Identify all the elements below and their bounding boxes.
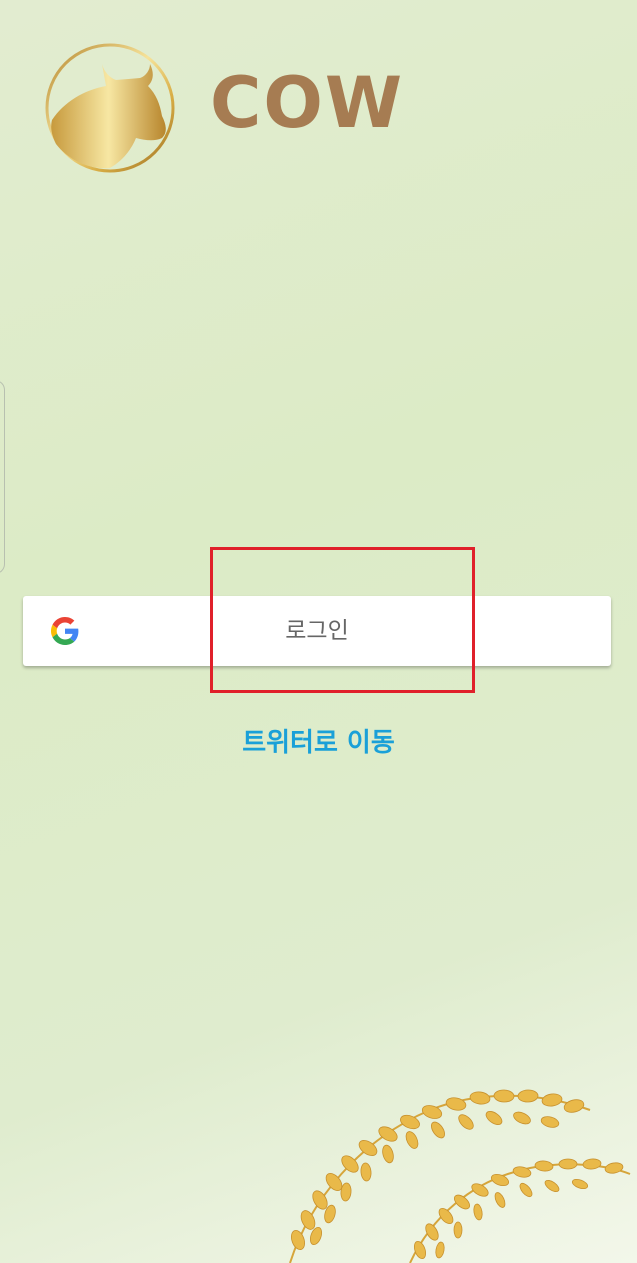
login-label: 로그인 [285, 618, 349, 644]
app-title-text: COW [210, 62, 405, 144]
rice-stalk-illustration [289, 1089, 631, 1263]
twitter-link[interactable]: 트위터로 이동 [0, 722, 637, 759]
app-title: COW [210, 68, 404, 138]
edge-panel-handle[interactable] [0, 380, 5, 574]
cow-logo-icon [45, 43, 175, 173]
google-login-button[interactable]: 로그인 [23, 596, 611, 666]
